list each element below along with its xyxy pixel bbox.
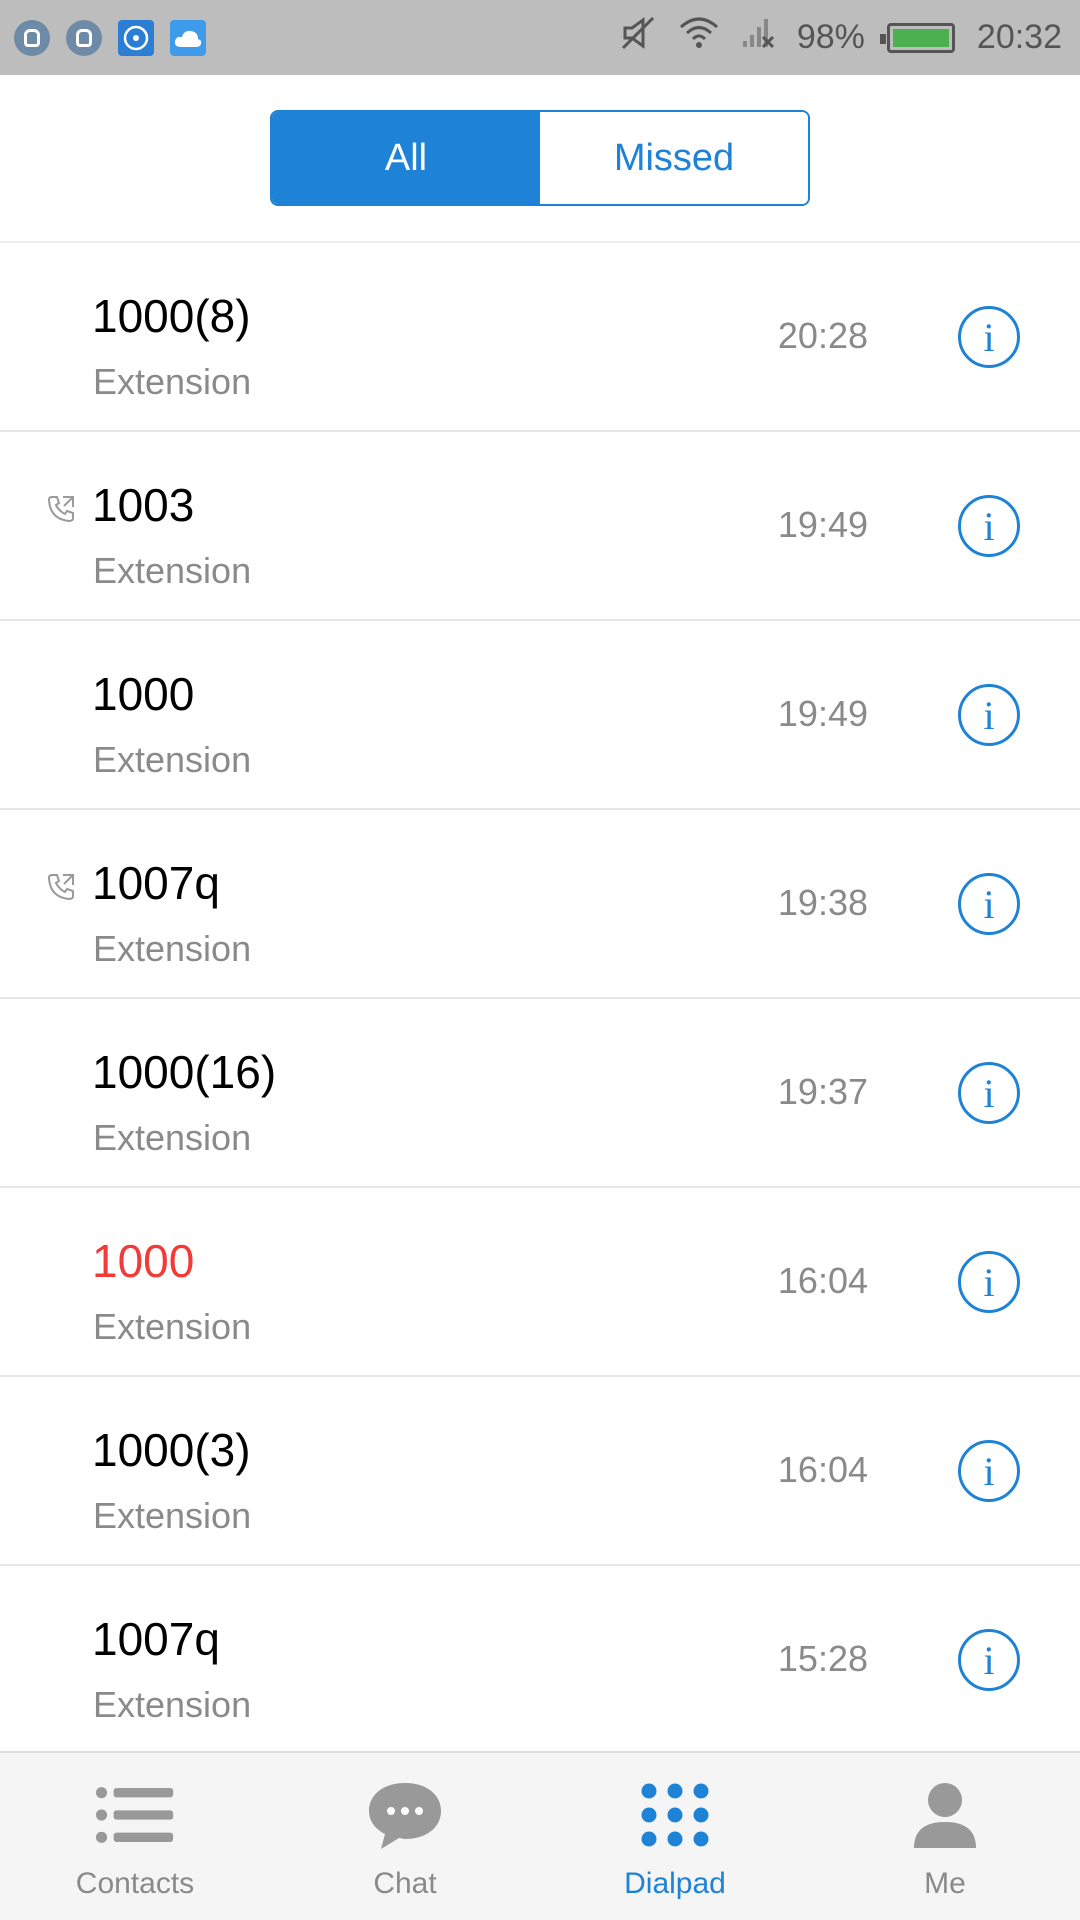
caller-name: 1000(16) — [92, 1046, 277, 1098]
call-log-row[interactable]: 1000 Extension 16:04 i — [0, 1188, 1080, 1377]
info-icon[interactable]: i — [958, 1440, 1020, 1502]
caller-type: Extension — [93, 1495, 252, 1536]
outgoing-call-icon — [46, 494, 76, 524]
caller-type: Extension — [93, 739, 252, 780]
nav-chat[interactable]: Chat — [270, 1753, 540, 1920]
info-icon[interactable]: i — [958, 495, 1020, 557]
call-time: 20:28 — [777, 315, 868, 356]
nav-contacts-label: Contacts — [75, 1867, 195, 1900]
call-time: 19:38 — [777, 882, 868, 923]
wifi-icon — [679, 17, 719, 58]
nav-chat-label: Chat — [373, 1867, 437, 1900]
status-bar: 98% 20:32 — [0, 0, 1080, 75]
weather-icon — [170, 19, 206, 56]
mute-icon — [621, 16, 657, 59]
info-icon[interactable]: i — [958, 1629, 1020, 1691]
call-time: 19:49 — [777, 504, 868, 545]
caller-type: Extension — [93, 1306, 252, 1347]
info-icon[interactable]: i — [958, 1062, 1020, 1124]
call-log-row[interactable]: 1000(16) Extension 19:37 i — [0, 999, 1080, 1188]
tab-missed[interactable]: Missed — [540, 112, 808, 204]
call-filter-segment: All Missed — [270, 110, 810, 206]
call-time: 15:28 — [777, 1638, 868, 1679]
nav-me[interactable]: Me — [810, 1753, 1080, 1920]
caller-type: Extension — [93, 550, 252, 591]
caller-type: Extension — [93, 928, 252, 969]
no-signal-icon — [741, 17, 775, 58]
info-icon[interactable]: i — [958, 306, 1020, 368]
call-log-row[interactable]: 1003 Extension 19:49 i — [0, 432, 1080, 621]
app-store-icon — [118, 19, 154, 56]
call-time: 16:04 — [777, 1260, 868, 1301]
nav-me-label: Me — [924, 1867, 966, 1900]
bottom-navigation: Contacts Chat Dialpad Me — [0, 1751, 1080, 1920]
caller-name: 1007q — [92, 857, 220, 909]
caller-name: 1003 — [92, 479, 195, 531]
nav-dialpad[interactable]: Dialpad — [540, 1753, 810, 1920]
nav-contacts[interactable]: Contacts — [0, 1753, 270, 1920]
outgoing-call-icon — [46, 872, 76, 902]
caller-type: Extension — [93, 1684, 252, 1725]
call-filter-bar: All Missed — [0, 75, 1080, 243]
person-icon — [905, 1779, 985, 1851]
status-time: 20:32 — [976, 18, 1062, 56]
caller-name-missed: 1000 — [92, 1235, 195, 1287]
tab-all[interactable]: All — [272, 112, 540, 204]
caller-name: 1007q — [92, 1613, 220, 1665]
info-icon[interactable]: i — [958, 1251, 1020, 1313]
call-time: 16:04 — [777, 1449, 868, 1490]
call-log-row[interactable]: 1000 Extension 19:49 i — [0, 621, 1080, 810]
call-log-row[interactable]: 1000(8) Extension 20:28 i — [0, 243, 1080, 432]
nav-dialpad-label: Dialpad — [624, 1867, 726, 1900]
caller-name: 1000(3) — [92, 1424, 251, 1476]
info-icon[interactable]: i — [958, 873, 1020, 935]
call-log-row[interactable]: 1007q Extension 15:28 i — [0, 1566, 1080, 1751]
caller-type: Extension — [93, 1117, 252, 1158]
caller-type: Extension — [93, 361, 252, 402]
call-time: 19:37 — [777, 1071, 868, 1112]
battery-icon — [879, 22, 955, 53]
dialpad-icon — [635, 1779, 715, 1851]
app-notification-icon — [66, 19, 102, 56]
call-log-list: 1000(8) Extension 20:28 i 1003 Extension… — [0, 243, 1080, 1751]
battery-percent: 98% — [796, 18, 865, 56]
call-log-row[interactable]: 1007q Extension 19:38 i — [0, 810, 1080, 999]
contacts-list-icon — [95, 1779, 175, 1851]
caller-name: 1000 — [92, 668, 195, 720]
chat-bubble-icon — [365, 1779, 445, 1851]
caller-name: 1000(8) — [92, 290, 251, 342]
notification-icons — [14, 19, 206, 56]
app-notification-icon — [14, 19, 50, 56]
system-status: 98% 20:32 — [621, 16, 1062, 59]
call-log-row[interactable]: 1000(3) Extension 16:04 i — [0, 1377, 1080, 1566]
call-time: 19:49 — [777, 693, 868, 734]
info-icon[interactable]: i — [958, 684, 1020, 746]
